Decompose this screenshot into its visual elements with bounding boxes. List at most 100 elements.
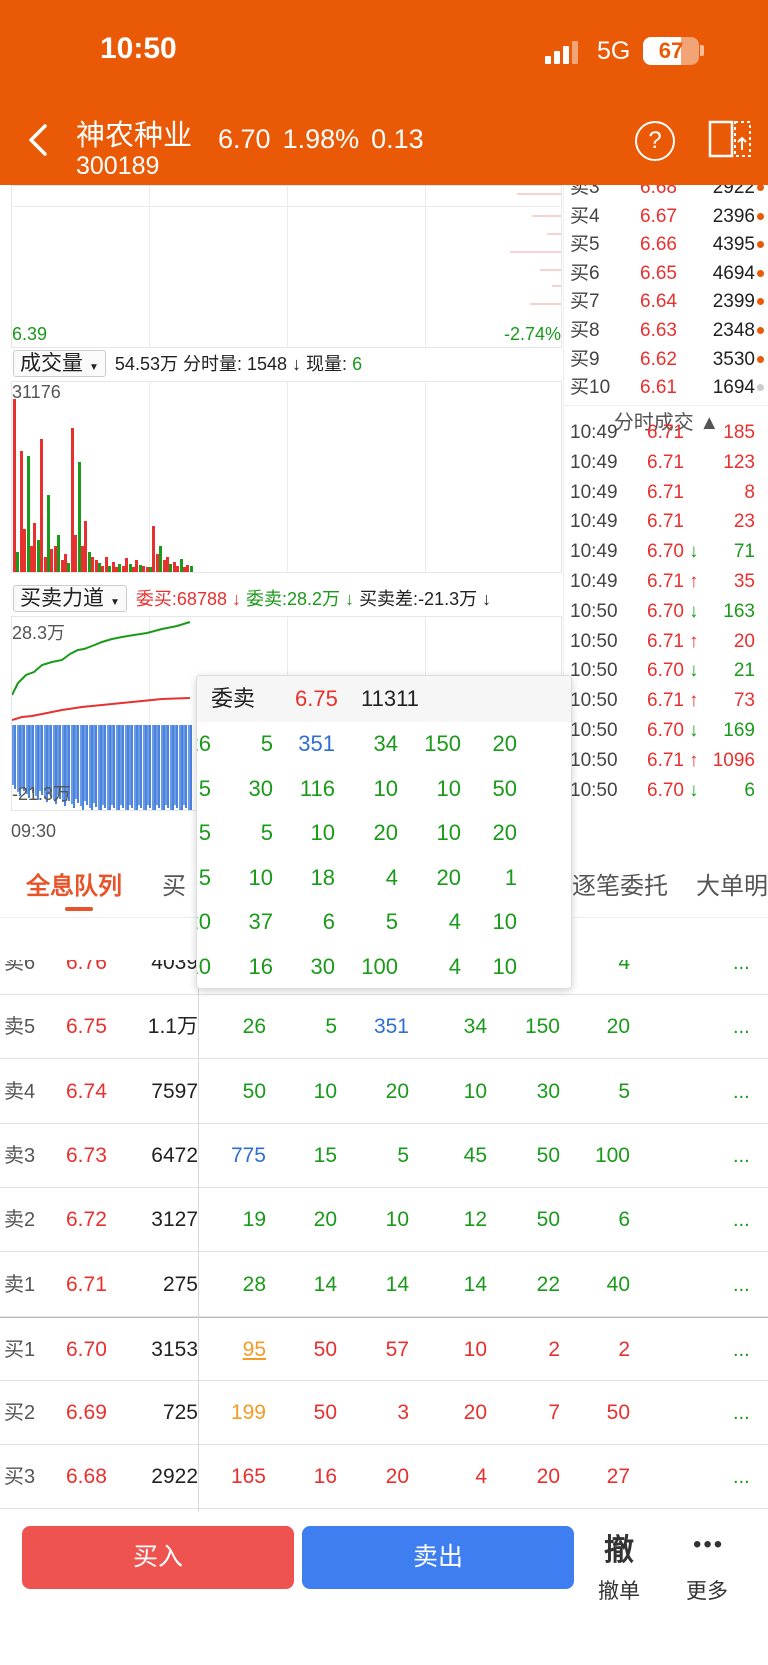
queue-cell[interactable]: 20 — [277, 1188, 337, 1252]
tick-row[interactable]: 10:49 6.71 ↑ 35 — [564, 566, 768, 598]
queue-more-icon[interactable]: ... — [733, 1253, 750, 1317]
queue-more-icon[interactable]: ... — [733, 1318, 750, 1382]
queue-cell[interactable]: 10 — [427, 1318, 487, 1382]
queue-cell[interactable]: 14 — [349, 1253, 409, 1317]
queue-row[interactable]: 买3 6.68 2922 165 16 20 4 20 27... — [0, 1445, 768, 1510]
queue-table[interactable]: 卖66.76403964...卖56.751.1万2653513415020..… — [0, 960, 768, 1512]
queue-more-icon[interactable]: ... — [733, 1188, 750, 1252]
queue-cell[interactable]: 6 — [570, 1188, 630, 1252]
volume-indicator-dropdown[interactable]: 成交量 ▼ — [13, 350, 106, 377]
queue-cell[interactable]: 199 — [206, 1381, 266, 1445]
help-button[interactable]: ? — [635, 121, 675, 161]
queue-cell[interactable]: 26 — [206, 995, 266, 1059]
mm-indicator-dropdown[interactable]: 买卖力道 ▼ — [13, 585, 127, 612]
order-book-row[interactable]: 买5 6.66 4395 — [564, 230, 768, 260]
switch-layout-icon[interactable] — [708, 118, 752, 162]
queue-cell[interactable]: 10 — [277, 1060, 337, 1124]
tick-row[interactable]: 10:50 6.70 ↓ 6 — [564, 775, 768, 807]
queue-cell[interactable]: 34 — [427, 995, 487, 1059]
queue-cell[interactable]: 14 — [277, 1253, 337, 1317]
queue-cell[interactable]: 14 — [427, 1253, 487, 1317]
queue-row[interactable]: 卖2 6.72 3127 19 20 10 12 50 6... — [0, 1188, 768, 1253]
queue-cell[interactable]: 28 — [206, 1253, 266, 1317]
cancel-order-icon[interactable]: 撤 — [604, 1525, 634, 1569]
queue-row[interactable]: 买2 6.69 725 199 50 3 20 7 50... — [0, 1381, 768, 1446]
queue-cell[interactable]: 22 — [500, 1253, 560, 1317]
queue-cell[interactable]: 2 — [500, 1318, 560, 1382]
sell-button[interactable]: 卖出 — [302, 1526, 574, 1589]
tick-row[interactable]: 10:50 6.70 ↓ 21 — [564, 655, 768, 687]
order-book-row[interactable]: 卖3 6.68 2922 — [564, 185, 768, 203]
tick-row[interactable]: 10:49 6.71 23 — [564, 506, 768, 538]
queue-cell[interactable]: 19 — [206, 1188, 266, 1252]
queue-more-icon[interactable]: ... — [733, 1381, 750, 1445]
tick-row[interactable]: 10:49 6.70 ↓ 71 — [564, 536, 768, 568]
queue-cell[interactable]: 40 — [570, 1253, 630, 1317]
tick-row[interactable]: 10:49 6.71 123 — [564, 447, 768, 479]
queue-cell[interactable]: 50 — [277, 1381, 337, 1445]
queue-cell[interactable]: 27 — [570, 1445, 630, 1509]
queue-cell[interactable]: 3 — [349, 1381, 409, 1445]
order-book-row[interactable]: 买7 6.64 2399 — [564, 287, 768, 317]
tick-row[interactable]: 10:50 6.71 ↑ 1096 — [564, 745, 768, 777]
tab-full-queue[interactable]: 全息队列 — [26, 866, 122, 901]
queue-cell[interactable]: 5 — [349, 1124, 409, 1188]
queue-row[interactable]: 卖3 6.73 6472 775 15 5 45 50 100... — [0, 1124, 768, 1188]
queue-cell[interactable]: 95 — [206, 1318, 266, 1382]
queue-cell[interactable]: 4 — [570, 960, 630, 995]
back-arrow-icon[interactable] — [25, 120, 55, 160]
queue-cell[interactable]: 50 — [500, 1188, 560, 1252]
queue-cell[interactable]: 20 — [349, 1445, 409, 1509]
queue-more-icon[interactable]: ... — [733, 960, 750, 995]
tick-row[interactable]: 10:49 6.71 8 — [564, 477, 768, 509]
buy-button[interactable]: 买入 — [22, 1526, 294, 1589]
queue-more-icon[interactable]: ... — [733, 995, 750, 1059]
queue-cell[interactable]: 7 — [500, 1381, 560, 1445]
queue-cell[interactable]: 50 — [277, 1318, 337, 1382]
queue-cell[interactable]: 16 — [277, 1445, 337, 1509]
queue-cell[interactable]: 10 — [427, 1060, 487, 1124]
queue-cell[interactable]: 50 — [206, 1060, 266, 1124]
queue-more-icon[interactable]: ... — [733, 1445, 750, 1509]
order-book-row[interactable]: 买9 6.62 3530 — [564, 345, 768, 375]
queue-cell[interactable]: 150 — [500, 995, 560, 1059]
tick-row[interactable]: 10:50 6.71 ↑ 73 — [564, 685, 768, 717]
tick-row[interactable]: 10:50 6.71 ↑ 20 — [564, 626, 768, 658]
tab-big-orders[interactable]: 大单明 — [696, 866, 768, 901]
queue-row[interactable]: 卖5 6.75 1.1万 26 5 351 34 150 20... — [0, 995, 768, 1060]
tick-row[interactable]: 10:49 6.71 185 — [564, 417, 768, 449]
order-book-row[interactable]: 买10 6.61 1694 — [564, 373, 768, 403]
order-book-row[interactable]: 买8 6.63 2348 — [564, 316, 768, 346]
tab-buy[interactable]: 买 — [162, 866, 186, 901]
queue-more-icon[interactable]: ... — [733, 1124, 750, 1188]
queue-row[interactable]: 卖1 6.71 275 28 14 14 14 22 40... — [0, 1253, 768, 1317]
queue-cell[interactable]: 50 — [570, 1381, 630, 1445]
queue-cell[interactable]: 165 — [206, 1445, 266, 1509]
queue-cell[interactable]: 775 — [206, 1124, 266, 1188]
queue-detail-popup[interactable]: 委卖 6.75 11311 26535134150205301161010505… — [196, 675, 572, 989]
queue-cell[interactable]: 5 — [570, 1060, 630, 1124]
queue-row[interactable]: 卖4 6.74 7597 50 10 20 10 30 5... — [0, 1060, 768, 1124]
queue-cell[interactable]: 2 — [570, 1318, 630, 1382]
queue-cell[interactable]: 5 — [277, 995, 337, 1059]
tick-row[interactable]: 10:50 6.70 ↓ 169 — [564, 715, 768, 747]
queue-cell[interactable]: 20 — [500, 1445, 560, 1509]
cancel-order-label[interactable]: 撤单 — [598, 1575, 640, 1605]
queue-cell[interactable]: 30 — [500, 1060, 560, 1124]
queue-more-icon[interactable]: ... — [733, 1060, 750, 1124]
queue-cell[interactable]: 57 — [349, 1318, 409, 1382]
tick-row[interactable]: 10:50 6.70 ↓ 163 — [564, 596, 768, 628]
order-book-row[interactable]: 买4 6.67 2396 — [564, 202, 768, 232]
queue-row[interactable]: 买1 6.70 3153 95 50 57 10 2 2... — [0, 1316, 768, 1382]
tab-order-by-order[interactable]: 逐笔委托 — [572, 866, 668, 901]
queue-cell[interactable]: 10 — [349, 1188, 409, 1252]
queue-cell[interactable]: 20 — [570, 995, 630, 1059]
queue-cell[interactable]: 20 — [427, 1381, 487, 1445]
order-book-row[interactable]: 买6 6.65 4694 — [564, 259, 768, 289]
queue-cell[interactable]: 351 — [349, 995, 409, 1059]
queue-cell[interactable]: 45 — [427, 1124, 487, 1188]
queue-cell[interactable]: 12 — [427, 1188, 487, 1252]
more-label[interactable]: 更多 — [686, 1575, 728, 1605]
queue-cell[interactable]: 50 — [500, 1124, 560, 1188]
queue-cell[interactable]: 4 — [427, 1445, 487, 1509]
